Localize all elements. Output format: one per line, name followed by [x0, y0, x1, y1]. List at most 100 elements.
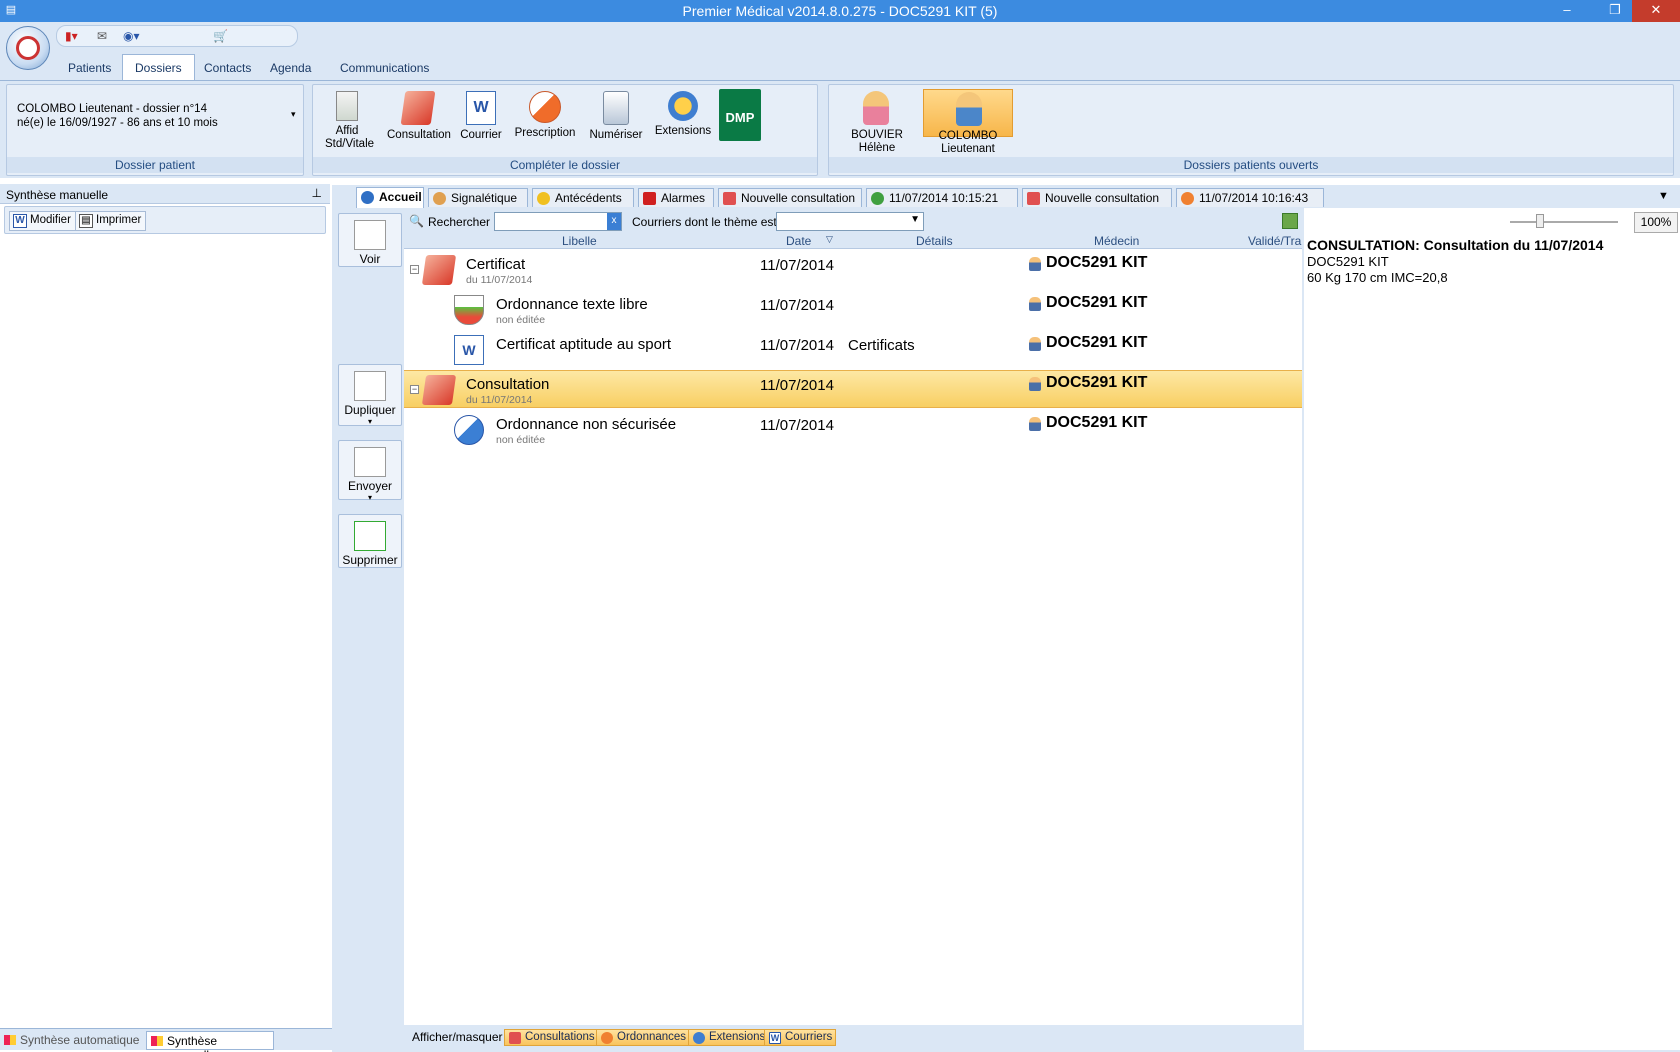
folder-icon [421, 375, 457, 405]
tab-synthese-automatique[interactable]: Synthèse automatique [0, 1031, 143, 1050]
col-valide[interactable]: Validé/Trai [1248, 234, 1302, 248]
voir-label: Voir [359, 252, 381, 266]
left-bottom-tabs: Synthèse automatique Synthèse manuelle [0, 1028, 332, 1052]
synthese-content[interactable] [0, 236, 330, 1028]
globe-icon[interactable]: ◉▾ [123, 29, 140, 43]
list-item-ordonnance-non-securisee[interactable]: Ordonnance non sécurisée non éditée 11/0… [404, 411, 1302, 449]
patient-dropdown-icon[interactable]: ▾ [291, 109, 296, 120]
view-icon [354, 220, 386, 250]
open-patient-bouvier[interactable]: BOUVIER Hélène [833, 89, 921, 154]
modifier-label: Modifier [30, 214, 71, 226]
doctor-name: DOC5291 KIT [1046, 334, 1148, 351]
preview-title: CONSULTATION: Consultation du 11/07/2014 [1307, 237, 1604, 253]
preview-doctor: DOC5291 KIT [1307, 254, 1389, 269]
doctor-icon [1029, 417, 1041, 431]
list-item-certificat[interactable]: − Certificat du 11/07/2014 11/07/2014 DO… [404, 251, 1302, 289]
open-dossiers-label: Dossiers patients ouverts [829, 157, 1673, 173]
voir-button[interactable]: Voir [338, 213, 402, 267]
scanner-icon [603, 91, 629, 125]
tab-dossiers[interactable]: Dossiers [122, 54, 195, 81]
list-item-certificat-aptitude[interactable]: W Certificat aptitude au sport 11/07/201… [404, 331, 1302, 369]
mail-icon[interactable]: ✉ [97, 29, 107, 43]
tab-nouvelle-consultation-2[interactable]: Nouvelle consultation [1022, 188, 1172, 207]
tab-nouvelle-consultation-1[interactable]: Nouvelle consultation [718, 188, 862, 207]
restore-button[interactable]: ❐ [1598, 0, 1632, 22]
col-libelle[interactable]: Libelle [562, 234, 597, 248]
extensions-button[interactable]: Extensions [653, 91, 713, 138]
tab-label: 11/07/2014 10:15:21 [889, 191, 999, 205]
imprimer-button[interactable]: ▤ Imprimer [75, 211, 147, 231]
col-medecin[interactable]: Médecin [1094, 234, 1139, 248]
filter-courriers[interactable]: W Courriers [764, 1029, 837, 1046]
tab-list-chevron-icon[interactable]: ▼ [1658, 190, 1669, 202]
filter-ordonnances[interactable]: Ordonnances [596, 1029, 691, 1046]
tab-label: Alarmes [661, 191, 706, 205]
send-icon [354, 447, 386, 477]
gears-icon [668, 91, 698, 121]
filter-consultations[interactable]: Consultations [504, 1029, 599, 1046]
affid-label: Affid [335, 125, 359, 137]
patient-group-label: Dossier patient [7, 157, 303, 173]
app-logo-icon [16, 36, 40, 60]
tab-alarmes[interactable]: Alarmes [638, 188, 714, 207]
tab-antecedents[interactable]: Antécédents [532, 188, 634, 207]
prescription-button[interactable]: Prescription [513, 91, 577, 140]
consultation-label: Consultation [387, 129, 451, 141]
patient-dossier-line: COLOMBO Lieutenant - dossier n°14 [17, 103, 207, 115]
numeriser-button[interactable]: Numériser [585, 91, 647, 142]
zoom-slider-track[interactable] [1510, 221, 1618, 223]
dupliquer-button[interactable]: Dupliquer ▾ [338, 364, 402, 426]
open-patient-colombo[interactable]: COLOMBO Lieutenant [923, 89, 1013, 155]
tab-agenda[interactable]: Agenda [258, 55, 323, 80]
preview-vitals: 60 Kg 170 cm IMC=20,8 [1307, 270, 1448, 285]
pin-icon[interactable]: ⊥ [312, 186, 322, 200]
tab-accueil[interactable]: Accueil [356, 187, 424, 208]
list-item-consultation[interactable]: − Consultation du 11/07/2014 11/07/2014 … [404, 370, 1302, 408]
row-doctor: DOC5291 KIT [1026, 254, 1147, 272]
column-chooser-icon[interactable] [1282, 213, 1298, 229]
application-menu-button[interactable] [6, 26, 50, 70]
courrier-button[interactable]: W Courrier [459, 91, 503, 142]
supprimer-button[interactable]: Supprimer [338, 514, 402, 568]
cart-icon[interactable]: 🛒 [213, 29, 228, 43]
tab-signaletique[interactable]: Signalétique [428, 188, 528, 207]
window-title: Premier Médical v2014.8.0.275 - DOC5291 … [682, 3, 998, 19]
close-button[interactable]: ✕ [1632, 0, 1680, 22]
modifier-button[interactable]: W Modifier [9, 211, 76, 231]
system-menu-icon[interactable]: ▤ [2, 0, 20, 22]
dmp-button[interactable]: DMP [719, 89, 765, 141]
zoom-level[interactable]: 100% [1634, 212, 1678, 233]
pill-icon [454, 415, 484, 445]
tab-synthese-manuelle[interactable]: Synthèse manuelle [146, 1031, 274, 1052]
tab-label: Nouvelle consultation [1045, 191, 1160, 205]
tab-patients[interactable]: Patients [56, 55, 123, 80]
collapse-icon[interactable]: − [410, 265, 419, 274]
tab-label: Accueil [379, 190, 422, 204]
search-input[interactable] [494, 212, 622, 231]
card-reader-icon[interactable]: ▮▾ [65, 29, 78, 43]
search-clear-button[interactable]: x [607, 213, 621, 230]
filter-extensions[interactable]: Extensions [688, 1029, 770, 1046]
supprimer-label: Supprimer [342, 553, 398, 567]
row-sub: du 11/07/2014 [466, 274, 533, 286]
minimize-button[interactable]: – [1550, 0, 1584, 22]
filter-ordonnances-label: Ordonnances [617, 1031, 687, 1043]
tab-contacts[interactable]: Contacts [192, 55, 263, 80]
col-date[interactable]: Date [786, 234, 811, 248]
collapse-icon[interactable]: − [410, 385, 419, 394]
zoom-slider-thumb[interactable] [1536, 214, 1544, 228]
preview-pane [1304, 208, 1680, 1050]
tab-consultation-101521[interactable]: 11/07/2014 10:15:21 [866, 188, 1018, 207]
theme-select[interactable]: ▼ [776, 212, 924, 231]
envoyer-button[interactable]: Envoyer ▾ [338, 440, 402, 502]
filter-consultations-label: Consultations [525, 1031, 595, 1043]
affid-button[interactable]: Affid Std/Vitale [325, 91, 374, 151]
list-item-ordonnance-texte-libre[interactable]: Ordonnance texte libre non éditée 11/07/… [404, 291, 1302, 329]
col-details[interactable]: Détails [916, 234, 953, 248]
printer-icon: ▤ [79, 214, 93, 228]
consultation-button[interactable]: Consultation [387, 91, 451, 142]
tab-communications[interactable]: Communications [328, 55, 441, 80]
tab-consultation-101643[interactable]: 11/07/2014 10:16:43 [1176, 188, 1324, 207]
pill-icon [1181, 192, 1194, 205]
row-date: 11/07/2014 [760, 337, 834, 354]
